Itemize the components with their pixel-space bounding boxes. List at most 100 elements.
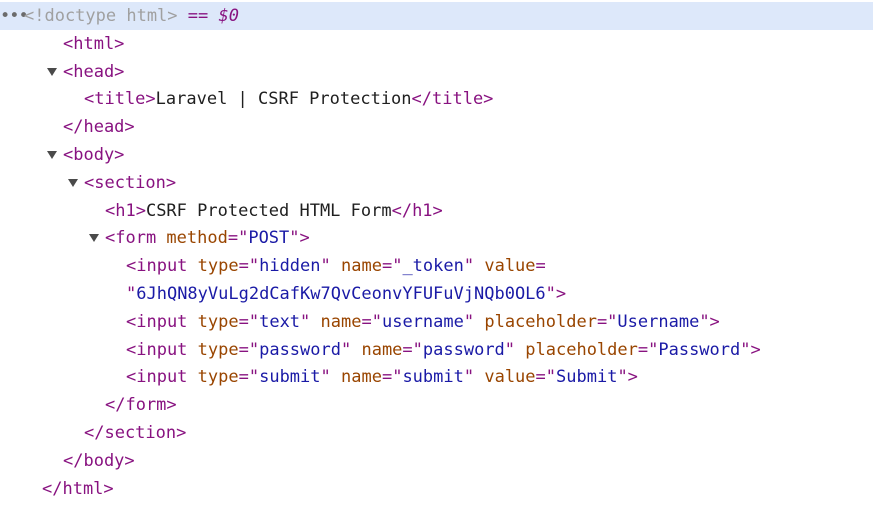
token-val: submit (259, 367, 321, 388)
token-val: POST (248, 228, 290, 249)
dom-node-line[interactable]: </html> (0, 475, 873, 503)
node-content: <section> (84, 169, 176, 197)
token-text: CSRF Protected HTML Form (145, 200, 392, 221)
node-content: <form method="POST"> (105, 224, 310, 252)
token-tag: =" (238, 367, 260, 388)
token-tag: </section> (84, 423, 187, 443)
token-val: Password (658, 339, 741, 360)
token-tag: "> (699, 311, 720, 332)
dom-node-line[interactable]: </section> (0, 419, 873, 447)
token-tag: <input (126, 311, 188, 332)
token-tag: " (463, 311, 475, 332)
token-tag: =" (361, 311, 382, 332)
token-val: username (381, 311, 464, 332)
token-tag: =" (402, 339, 423, 360)
token-attr: placeholder (474, 311, 597, 332)
token-tag: <h1> (105, 200, 146, 221)
token-attr: type (187, 339, 239, 360)
dom-node-line[interactable]: <input type="hidden" name="_token" value… (0, 252, 873, 280)
node-content: <input type="submit" name="submit" value… (126, 363, 638, 391)
token-attr: type (187, 311, 239, 332)
node-content: <input type="text" name="username" place… (126, 308, 720, 336)
node-content: <input type="password" name="password" p… (126, 336, 761, 364)
token-val: password (422, 339, 505, 360)
token-tag: " (126, 284, 137, 304)
dom-node-line[interactable]: <body> (0, 141, 873, 169)
dom-node-line[interactable]: <head> (0, 58, 873, 86)
token-tag: </html> (42, 478, 114, 499)
expand-arrow-icon[interactable] (68, 178, 78, 187)
node-content: </html> (42, 475, 114, 503)
token-val: _token (402, 256, 464, 277)
token-tag: <input (126, 367, 188, 388)
token-attr: value (474, 367, 536, 388)
token-tag: "> (617, 367, 638, 388)
node-content: </head> (63, 113, 135, 141)
dom-node-line[interactable]: <input type="password" name="password" p… (0, 336, 873, 364)
token-tag: =" (238, 339, 260, 360)
node-content: "6JhQN8yVuLg2dCafKw7QvCeonvYFUFuVjNQb0OL… (126, 280, 566, 308)
token-val: text (259, 311, 301, 332)
token-dim: <!doctype html> (24, 6, 178, 26)
token-tag: <input (126, 339, 188, 360)
token-tag: =" (238, 256, 260, 277)
token-tag: <body> (63, 145, 125, 165)
token-tag: </title> (411, 89, 494, 110)
node-content: </section> (84, 419, 186, 447)
node-content: <body> (63, 141, 124, 169)
token-attr: name (330, 367, 382, 388)
token-tag: =" (596, 311, 618, 332)
token-tag: </form> (105, 395, 177, 416)
token-tag: <form (105, 228, 157, 249)
token-tag: " (504, 339, 516, 360)
token-dollar: $0 (218, 6, 239, 26)
token-tag: <head> (63, 61, 125, 82)
token-val: submit (402, 367, 464, 388)
dom-node-line[interactable]: <input type="text" name="username" place… (0, 308, 873, 336)
expand-arrow-icon[interactable] (47, 67, 57, 76)
token-tag: "> (545, 284, 567, 304)
dom-node-line[interactable]: <input type="submit" name="submit" value… (0, 363, 873, 391)
token-tag: "> (289, 228, 310, 249)
token-tag: =" (227, 228, 249, 249)
token-attr: name (351, 339, 403, 360)
token-attr: type (187, 256, 239, 277)
token-tag: " (320, 367, 331, 388)
token-val: 6JhQN8yVuLg2dCafKw7QvCeonvYFUFuVjNQb0OL6 (136, 284, 546, 304)
dom-node-line[interactable]: <section> (0, 169, 873, 197)
token-tag: </body> (63, 450, 135, 471)
selected-dom-node[interactable]: ••• <!doctype html> == $0 (0, 2, 873, 30)
token-tag: " (340, 339, 352, 360)
dom-node-line[interactable]: <form method="POST"> (0, 224, 873, 252)
token-val: password (259, 339, 341, 360)
node-content: </form> (105, 391, 177, 419)
dom-node-line[interactable]: <title>Laravel | CSRF Protection</title> (0, 85, 873, 113)
node-content: <html> (63, 30, 124, 58)
dom-node-line[interactable]: "6JhQN8yVuLg2dCafKw7QvCeonvYFUFuVjNQb0OL… (0, 280, 873, 308)
token-tag: =" (535, 367, 557, 388)
token-tag: " (320, 256, 331, 277)
dom-node-line[interactable]: <html> (0, 30, 873, 58)
token-tag: = (535, 256, 546, 277)
node-content: <!doctype html> == $0 (24, 2, 239, 30)
token-attr: name (310, 311, 362, 332)
token-tag: <html> (63, 33, 125, 54)
dom-node-line[interactable]: </body> (0, 447, 873, 475)
node-content: <input type="hidden" name="_token" value… (126, 252, 546, 280)
dom-node-line[interactable]: <h1>CSRF Protected HTML Form</h1> (0, 197, 873, 225)
node-content: <title>Laravel | CSRF Protection</title> (84, 85, 493, 113)
node-content: <h1>CSRF Protected HTML Form</h1> (105, 197, 443, 225)
dom-node-line[interactable]: </head> (0, 113, 873, 141)
token-text: Laravel | CSRF Protection (155, 89, 412, 110)
dom-node-line[interactable]: </form> (0, 391, 873, 419)
token-tag: =" (381, 256, 403, 277)
expand-arrow-icon[interactable] (89, 234, 99, 243)
token-tag: <section> (84, 172, 177, 193)
token-tag: "> (740, 339, 761, 360)
token-tag: =" (238, 311, 260, 332)
token-val: hidden (259, 256, 321, 277)
token-tag: =" (637, 339, 659, 360)
expand-arrow-icon[interactable] (47, 151, 57, 159)
token-tag: =" (381, 367, 403, 388)
token-val: Submit (556, 367, 618, 388)
